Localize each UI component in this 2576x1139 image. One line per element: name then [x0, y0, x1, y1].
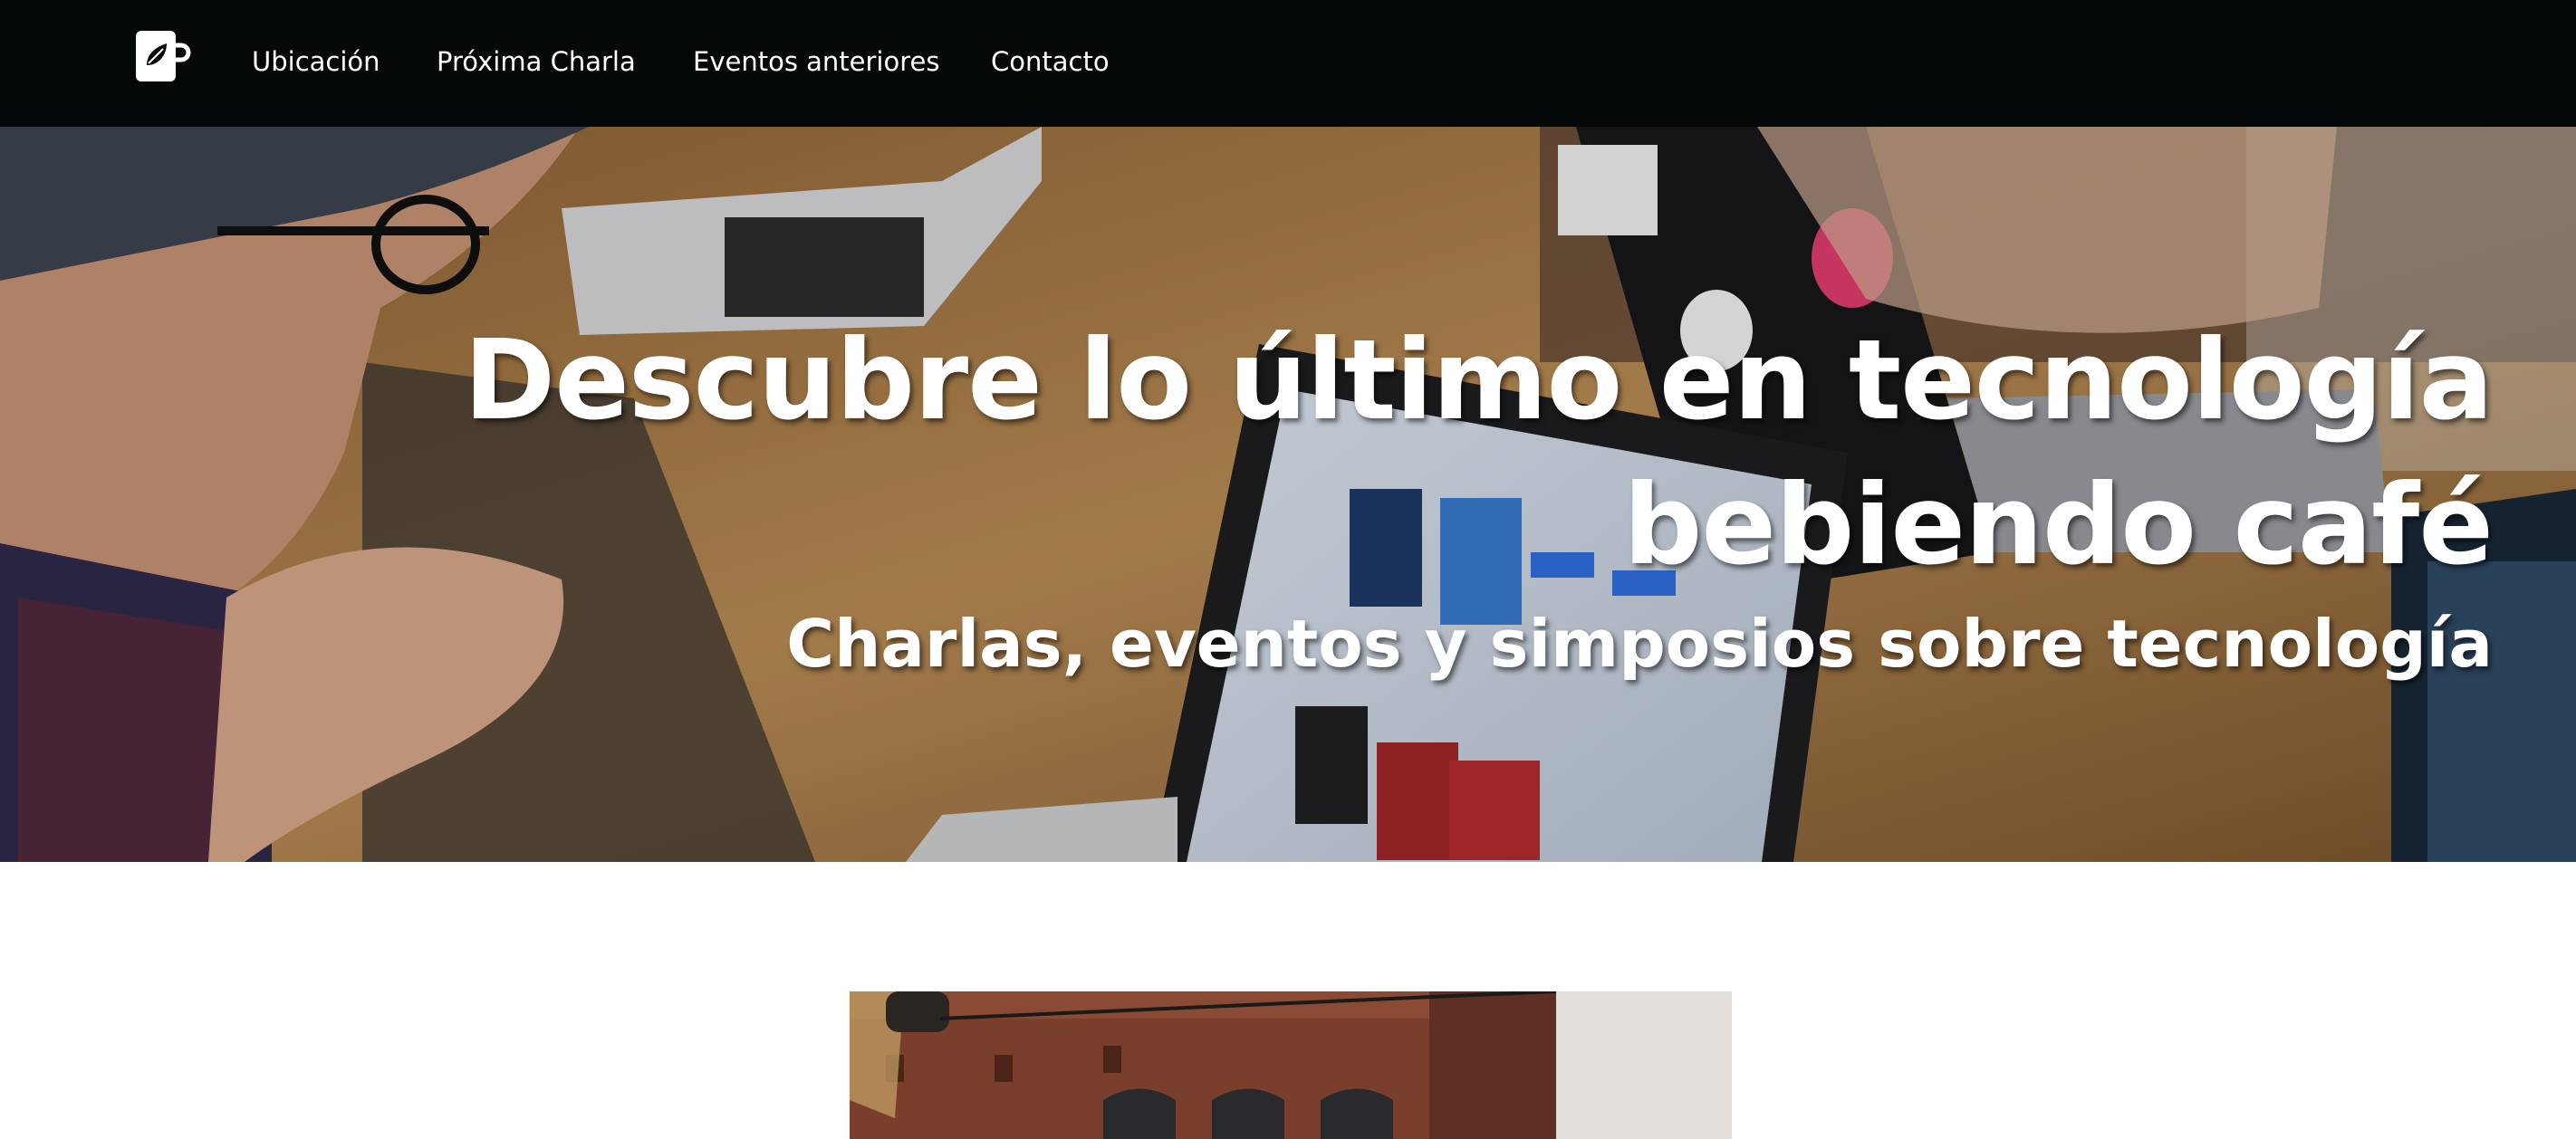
nav-item-contacto[interactable]: Contacto: [991, 42, 1110, 81]
nav-item-proxima-charla[interactable]: Próxima Charla: [437, 42, 636, 81]
hero-title: Descubre lo último en tecnología bebiend…: [463, 316, 2494, 589]
nav-item-ubicacion[interactable]: Ubicación: [252, 42, 380, 81]
nav-item-eventos-anteriores[interactable]: Eventos anteriores: [693, 42, 939, 81]
top-navbar: Ubicación Próxima Charla Eventos anterio…: [0, 0, 2576, 127]
hero-subtitle: Charlas, eventos y simposios sobre tecno…: [786, 606, 2493, 682]
building-photo: [850, 991, 1732, 1139]
hero-text-block: Descubre lo último en tecnología bebiend…: [120, 308, 2494, 684]
coffee-cup-logo-icon[interactable]: [134, 29, 192, 85]
hero-banner: Descubre lo último en tecnología bebiend…: [0, 127, 2576, 862]
